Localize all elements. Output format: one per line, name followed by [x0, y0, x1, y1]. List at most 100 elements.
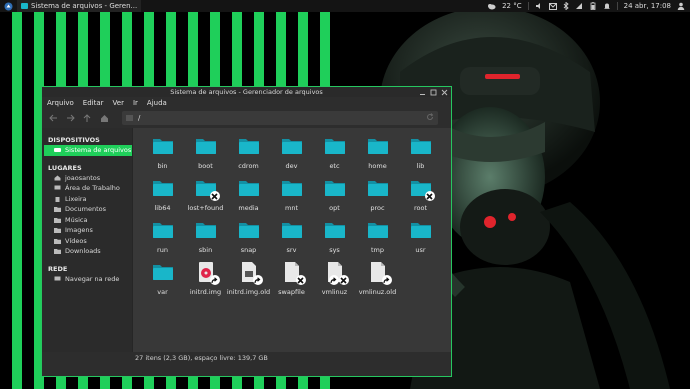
window-content: DISPOSITIVOS Sistema de arquivos LUGARES… [42, 128, 451, 364]
folder-icon [195, 178, 220, 201]
file-name-label: sbin [198, 246, 213, 254]
menu-ajuda[interactable]: Ajuda [147, 99, 167, 107]
sidebar-item-images[interactable]: Imagens [42, 225, 132, 236]
reload-icon[interactable] [426, 113, 434, 123]
file-item-root[interactable]: root [399, 178, 442, 220]
back-arrow-icon[interactable] [48, 113, 58, 123]
sidebar-item-filesystem[interactable]: Sistema de arquivos [44, 145, 132, 156]
weather-icon[interactable] [487, 2, 496, 10]
file-item-var[interactable]: var [141, 262, 184, 304]
file-item-home[interactable]: home [356, 136, 399, 178]
sidebar-item-documents[interactable]: Documentos [42, 204, 132, 215]
folder-icon [367, 220, 389, 240]
file-item-mnt[interactable]: mnt [270, 178, 313, 220]
file-item-vmlinuz-old[interactable]: vmlinuz.old [356, 262, 399, 304]
file-item-boot[interactable]: boot [184, 136, 227, 178]
file-item-usr[interactable]: usr [399, 220, 442, 262]
menu-arquivo[interactable]: Arquivo [47, 99, 74, 107]
file-view[interactable]: bin boot cdrom dev etc home lib lib64 lost+found… [132, 128, 451, 364]
close-button[interactable] [440, 88, 448, 96]
file-name-label: initrd.img [189, 288, 222, 296]
clock-label[interactable]: 24 abr, 17:08 [624, 2, 671, 10]
menu-editar[interactable]: Editar [83, 99, 104, 107]
user-icon[interactable] [677, 2, 685, 10]
music-icon [54, 217, 61, 223]
file-item-lib64[interactable]: lib64 [141, 178, 184, 220]
battery-icon[interactable] [589, 2, 597, 10]
sidebar-item-label: joaosantos [65, 173, 101, 182]
menubar: Arquivo Editar Ver Ir Ajuda [42, 97, 451, 109]
file-item-swapfile[interactable]: swapfile [270, 262, 313, 304]
file-name-label: dev [285, 162, 298, 170]
file-item-initrd-img[interactable]: initrd.img [184, 262, 227, 304]
file-item-sbin[interactable]: sbin [184, 220, 227, 262]
file-name-label: opt [329, 204, 340, 212]
trash-icon [55, 196, 60, 202]
up-arrow-icon[interactable] [82, 113, 92, 123]
status-bar: 27 itens (2,3 GB), espaço livre: 139,7 G… [42, 352, 451, 364]
forward-arrow-icon[interactable] [65, 113, 75, 123]
file-item-cdrom[interactable]: cdrom [227, 136, 270, 178]
file-item-proc[interactable]: proc [356, 178, 399, 220]
file-item-media[interactable]: media [227, 178, 270, 220]
file-item-initrd-img-old[interactable]: initrd.img.old [227, 262, 270, 304]
sidebar-item-home[interactable]: joaosantos [42, 173, 132, 184]
sidebar-item-videos[interactable]: Vídeos [42, 236, 132, 247]
file-name-label: usr [415, 246, 426, 254]
file-name-label: swapfile [278, 288, 305, 296]
file-item-tmp[interactable]: tmp [356, 220, 399, 262]
volume-icon[interactable] [535, 2, 543, 10]
network-tray-icon[interactable] [575, 2, 583, 10]
folder-icon [324, 178, 346, 198]
sidebar-item-music[interactable]: Música [42, 215, 132, 226]
menu-ver[interactable]: Ver [113, 99, 124, 107]
folder-icon [195, 220, 217, 240]
folder-icon [324, 136, 346, 156]
file-item-srv[interactable]: srv [270, 220, 313, 262]
sidebar-item-trash[interactable]: Lixeira [42, 194, 132, 205]
drive-icon [54, 148, 61, 153]
file-item-snap[interactable]: snap [227, 220, 270, 262]
menu-ir[interactable]: Ir [133, 99, 138, 107]
file-item-dev[interactable]: dev [270, 136, 313, 178]
no-access-emblem-icon [209, 191, 220, 201]
file-name-label: tmp [370, 246, 384, 254]
file-name-label: var [157, 288, 168, 296]
folder-icon [238, 178, 260, 198]
file-item-lib[interactable]: lib [399, 136, 442, 178]
taskbar-item-file-manager[interactable]: Sistema de arquivos - Geren... [17, 0, 142, 12]
file-item-lost-found[interactable]: lost+found [184, 178, 227, 220]
file-icon [367, 262, 392, 285]
file-item-bin[interactable]: bin [141, 136, 184, 178]
folder-icon [281, 178, 303, 198]
file-item-vmlinuz[interactable]: vmlinuz [313, 262, 356, 304]
file-item-sys[interactable]: sys [313, 220, 356, 262]
weather-label[interactable]: 22 °C [502, 2, 522, 10]
location-bar[interactable]: / [122, 111, 438, 125]
location-path: / [138, 114, 141, 122]
file-name-label: vmlinuz.old [358, 288, 397, 296]
folder-icon [324, 220, 346, 240]
folder-icon [152, 220, 174, 240]
divider [527, 2, 529, 10]
bluetooth-icon[interactable] [563, 2, 569, 10]
sidebar: DISPOSITIVOS Sistema de arquivos LUGARES… [42, 128, 132, 364]
file-name-label: snap [240, 246, 257, 254]
sidebar-item-downloads[interactable]: Downloads [42, 246, 132, 257]
file-name-label: home [368, 162, 387, 170]
file-item-etc[interactable]: etc [313, 136, 356, 178]
file-item-opt[interactable]: opt [313, 178, 356, 220]
maximize-button[interactable] [429, 88, 437, 96]
no-access-emblem-icon [295, 275, 306, 285]
mail-icon[interactable] [548, 2, 557, 10]
disk-image-icon [195, 262, 220, 285]
sidebar-item-desktop[interactable]: Área de Trabalho [42, 183, 132, 194]
minimize-button[interactable] [418, 88, 426, 96]
folder-icon [281, 136, 303, 156]
window-titlebar[interactable]: Sistema de arquivos - Gerenciador de arq… [42, 87, 451, 97]
file-item-run[interactable]: run [141, 220, 184, 262]
sidebar-item-browse-network[interactable]: Navegar na rede [42, 274, 132, 285]
whisker-menu-icon[interactable] [3, 1, 13, 11]
notifications-icon[interactable] [603, 2, 611, 10]
home-icon[interactable] [99, 113, 109, 123]
